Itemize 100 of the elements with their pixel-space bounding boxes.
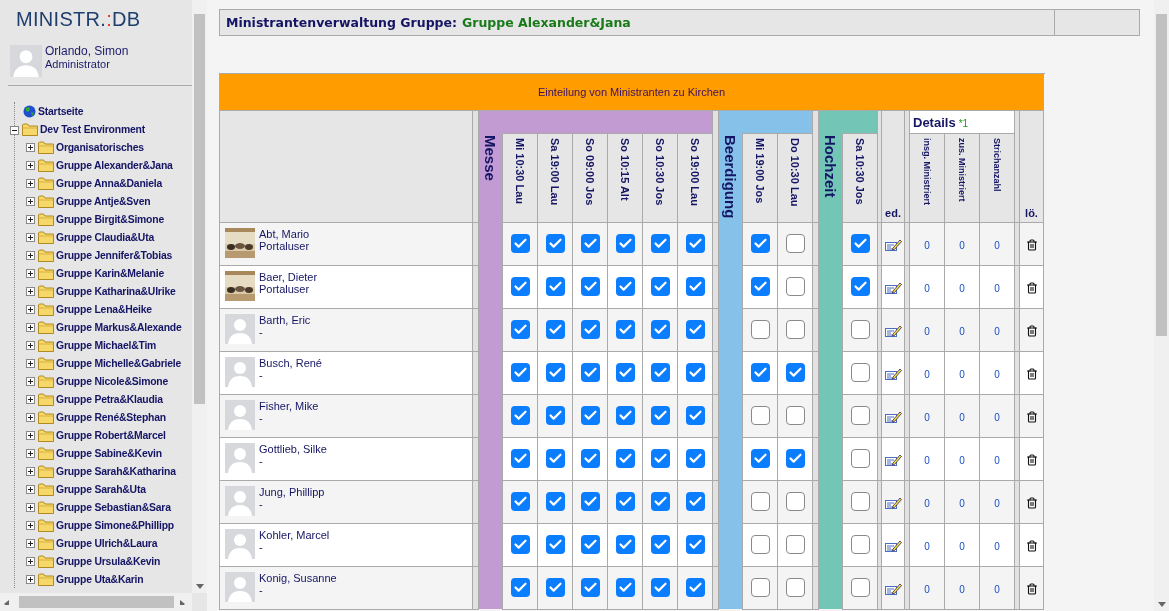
checkbox[interactable] — [785, 449, 805, 469]
checkbox[interactable] — [650, 234, 670, 254]
checkbox[interactable] — [510, 578, 530, 598]
checkbox[interactable] — [685, 363, 705, 383]
checkbox[interactable] — [545, 535, 565, 555]
delete-icon[interactable] — [1025, 410, 1038, 423]
delete-icon[interactable] — [1025, 453, 1038, 466]
tree-item[interactable]: Gruppe Sebastian&Sara — [56, 501, 171, 513]
checkbox[interactable] — [580, 449, 600, 469]
tree-item[interactable]: Gruppe Ulrich&Laura — [56, 537, 158, 549]
tree-item[interactable]: Gruppe Katharina&Ulrike — [56, 285, 176, 297]
expander-icon[interactable] — [26, 214, 35, 224]
edit-icon[interactable] — [884, 452, 902, 467]
expander-icon[interactable] — [26, 340, 35, 350]
checkbox[interactable] — [545, 492, 565, 512]
expander-icon[interactable] — [26, 466, 35, 476]
tree-item[interactable]: Gruppe Lena&Heike — [56, 303, 152, 315]
delete-icon[interactable] — [1025, 367, 1038, 380]
expander-icon[interactable] — [26, 286, 35, 296]
checkbox[interactable] — [850, 277, 870, 297]
expander-icon[interactable] — [10, 126, 19, 135]
edit-icon[interactable] — [884, 495, 902, 510]
tree-item[interactable]: Gruppe Sabine&Kevin — [56, 447, 162, 459]
scroll-left-icon[interactable] — [4, 599, 12, 605]
scrollbar[interactable] — [0, 593, 192, 611]
expander-icon[interactable] — [26, 304, 35, 314]
checkbox[interactable] — [510, 234, 530, 254]
delete-icon[interactable] — [1025, 238, 1038, 251]
tree-item[interactable]: Gruppe Karin&Melanie — [56, 267, 164, 279]
checkbox[interactable] — [685, 535, 705, 555]
checkbox[interactable] — [750, 277, 770, 297]
tree-item[interactable]: Gruppe Markus&Alexande — [56, 321, 182, 333]
checkbox[interactable] — [650, 535, 670, 555]
checkbox[interactable] — [850, 449, 870, 469]
checkbox[interactable] — [510, 449, 530, 469]
checkbox[interactable] — [510, 535, 530, 555]
expander-icon[interactable] — [26, 160, 35, 170]
tree-item[interactable]: Gruppe Nicole&Simone — [56, 375, 169, 387]
checkbox[interactable] — [650, 320, 670, 340]
delete-icon[interactable] — [1025, 496, 1038, 509]
delete-icon[interactable] — [1025, 539, 1038, 552]
tree-item[interactable]: Gruppe Ursula&Kevin — [56, 555, 161, 567]
expander-icon[interactable] — [26, 142, 35, 152]
checkbox[interactable] — [850, 406, 870, 426]
checkbox[interactable] — [685, 449, 705, 469]
tree-item[interactable]: Gruppe Jennifer&Tobias — [56, 249, 173, 261]
checkbox[interactable] — [750, 449, 770, 469]
checkbox[interactable] — [545, 234, 565, 254]
checkbox[interactable] — [785, 492, 805, 512]
checkbox[interactable] — [580, 406, 600, 426]
expander-icon[interactable] — [26, 250, 35, 260]
expander-icon[interactable] — [26, 574, 35, 584]
checkbox[interactable] — [615, 535, 635, 555]
checkbox[interactable] — [850, 363, 870, 383]
checkbox[interactable] — [685, 492, 705, 512]
expander-icon[interactable] — [26, 232, 35, 242]
tree-item[interactable]: Gruppe Uta&Karin — [56, 573, 144, 585]
checkbox[interactable] — [510, 492, 530, 512]
checkbox[interactable] — [685, 277, 705, 297]
checkbox[interactable] — [615, 363, 635, 383]
expander-icon[interactable] — [26, 556, 35, 566]
expander-icon[interactable] — [26, 484, 35, 494]
checkbox[interactable] — [650, 492, 670, 512]
delete-icon[interactable] — [1025, 582, 1038, 595]
checkbox[interactable] — [850, 320, 870, 340]
tree-item[interactable]: Gruppe Birgit&Simone — [56, 213, 164, 225]
tree-item[interactable]: Gruppe Michael&Tim — [56, 339, 157, 351]
checkbox[interactable] — [685, 406, 705, 426]
checkbox[interactable] — [750, 234, 770, 254]
expander-icon[interactable] — [26, 520, 35, 530]
checkbox[interactable] — [750, 320, 770, 340]
checkbox[interactable] — [545, 320, 565, 340]
checkbox[interactable] — [750, 578, 770, 598]
checkbox[interactable] — [785, 406, 805, 426]
checkbox[interactable] — [580, 578, 600, 598]
checkbox[interactable] — [685, 578, 705, 598]
edit-icon[interactable] — [884, 323, 902, 338]
checkbox[interactable] — [510, 320, 530, 340]
expander-icon[interactable] — [26, 178, 35, 188]
checkbox[interactable] — [785, 320, 805, 340]
checkbox[interactable] — [650, 578, 670, 598]
tree-item[interactable]: Gruppe Robert&Marcel — [56, 429, 166, 441]
checkbox[interactable] — [580, 535, 600, 555]
checkbox[interactable] — [580, 363, 600, 383]
tree-item[interactable]: Organisatorisches — [56, 141, 144, 153]
checkbox[interactable] — [510, 406, 530, 426]
scrollbar[interactable] — [1154, 0, 1169, 611]
checkbox[interactable] — [850, 492, 870, 512]
expander-icon[interactable] — [26, 448, 35, 458]
checkbox[interactable] — [650, 449, 670, 469]
checkbox[interactable] — [850, 578, 870, 598]
tree-item[interactable]: Dev Test Environment — [40, 123, 145, 135]
checkbox[interactable] — [545, 277, 565, 297]
checkbox[interactable] — [580, 492, 600, 512]
checkbox[interactable] — [685, 320, 705, 340]
checkbox[interactable] — [785, 234, 805, 254]
expander-icon[interactable] — [26, 376, 35, 386]
tree-item[interactable]: Gruppe Anna&Daniela — [56, 177, 163, 189]
delete-icon[interactable] — [1025, 324, 1038, 337]
scroll-down-icon[interactable] — [195, 584, 204, 589]
